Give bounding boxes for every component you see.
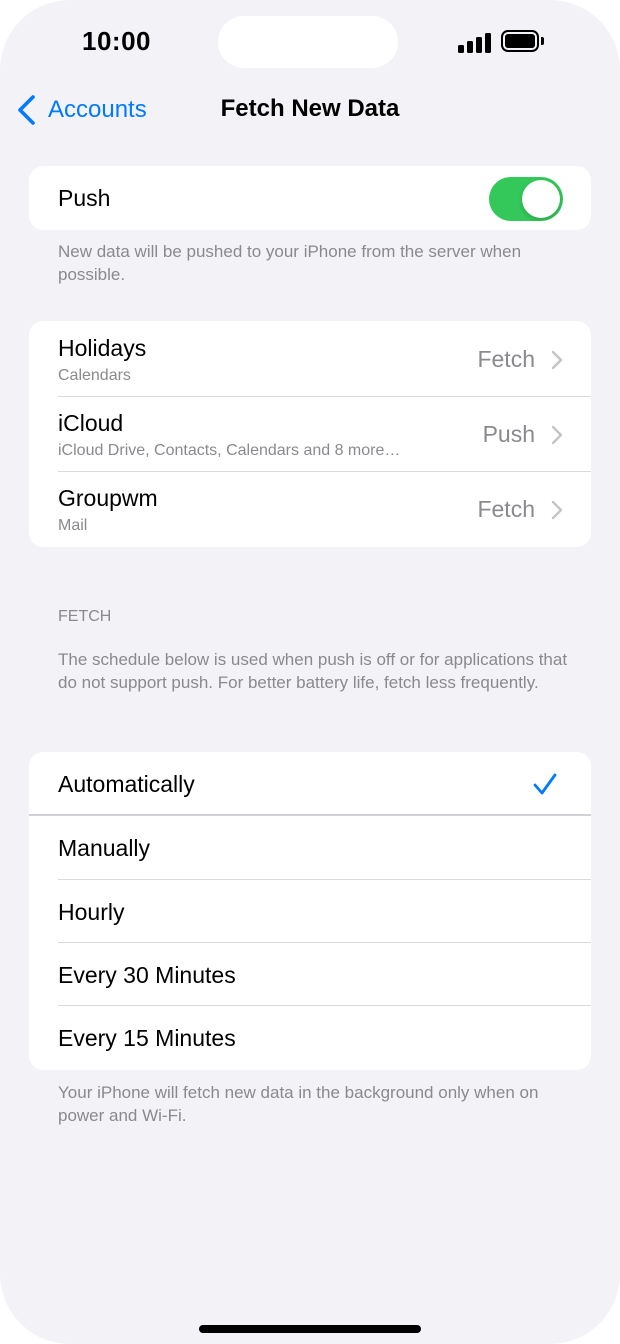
account-detail: Calendars [58,367,131,384]
account-fetch-mode: Push [482,421,535,447]
dynamic-island [218,16,398,68]
status-time: 10:00 [82,26,151,56]
account-fetch-mode: Fetch [477,346,535,372]
accounts-group: Holidays Calendars Fetch iCloud iCloud D… [29,321,591,547]
checkmark-icon [533,773,557,795]
fetch-section-header: FETCH [58,608,112,625]
fetch-option-label: Hourly [58,899,125,925]
account-row-groupwm[interactable]: Groupwm Mail Fetch [29,472,591,547]
account-detail: iCloud Drive, Contacts, Calendars and 8 … [58,442,401,459]
fetch-description: The schedule below is used when push is … [58,650,568,692]
cellular-signal-icon [458,31,494,53]
battery-cap [541,37,544,45]
account-detail: Mail [58,517,88,534]
push-toggle[interactable] [489,177,563,221]
push-toggle-knob [522,180,560,218]
fetch-footer: Your iPhone will fetch new data in the b… [58,1083,539,1125]
push-footer: New data will be pushed to your iPhone f… [58,242,522,284]
fetch-option-manually[interactable]: Manually [29,816,591,880]
account-name: iCloud [58,410,124,436]
battery-icon [501,30,539,52]
push-group: Push [29,166,591,230]
chevron-right-icon [551,425,563,445]
phone-screen: 10:00 Accounts Fetch New Data Push New d… [0,0,620,1344]
fetch-option-label: Every 30 Minutes [58,962,236,988]
account-fetch-mode: Fetch [477,496,535,522]
fetch-option-label: Automatically [58,771,195,797]
fetch-option-label: Every 15 Minutes [58,1025,236,1051]
push-row: Push [29,166,591,230]
page-title: Fetch New Data [220,95,400,122]
fetch-option-automatically[interactable]: Automatically [29,752,591,816]
account-name: Holidays [58,335,147,361]
fetch-option-every-15-minutes[interactable]: Every 15 Minutes [29,1006,591,1070]
push-label: Push [58,185,111,211]
chevron-right-icon [551,500,563,520]
fetch-options-group: Automatically Manually Hourly Every 30 M… [29,752,591,1070]
account-name: Groupwm [58,485,158,511]
account-row-icloud[interactable]: iCloud iCloud Drive, Contacts, Calendars… [29,397,591,472]
fetch-option-label: Manually [58,835,151,861]
account-row-holidays[interactable]: Holidays Calendars Fetch [29,321,591,397]
home-indicator [199,1325,421,1333]
fetch-option-hourly[interactable]: Hourly [29,880,591,943]
chevron-right-icon [551,350,563,370]
fetch-option-every-30-minutes[interactable]: Every 30 Minutes [29,943,591,1006]
